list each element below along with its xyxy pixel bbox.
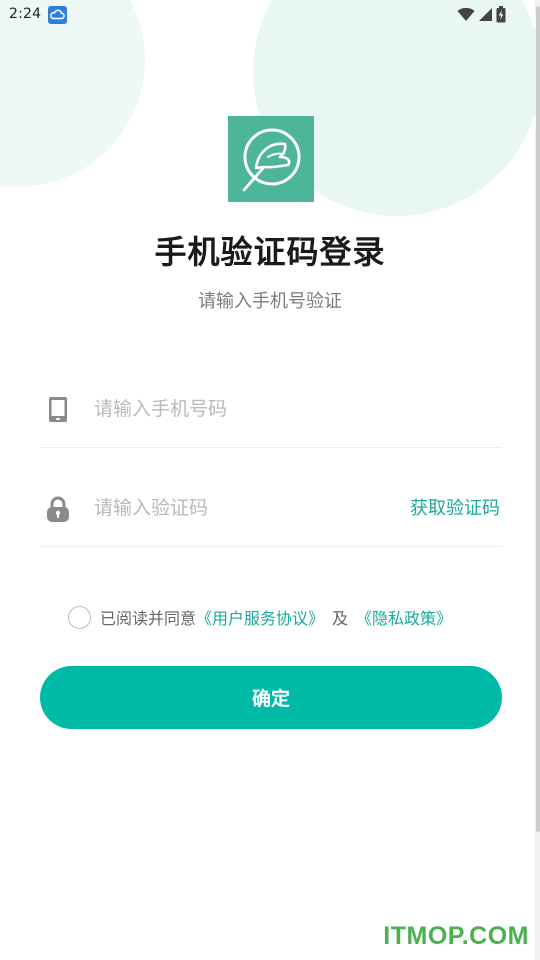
phone-divider: [40, 447, 502, 448]
lock-icon: [45, 495, 71, 523]
user-agreement-link[interactable]: 《用户服务协议》: [196, 605, 324, 629]
phone-field-row: [40, 378, 502, 448]
status-icons: [457, 6, 506, 23]
page-title: 手机验证码登录: [154, 233, 386, 271]
bird-leaf-logo: [242, 128, 301, 192]
phone-icon: [45, 396, 71, 424]
code-field-row: 获取验证码: [40, 477, 502, 547]
app-logo: [228, 116, 314, 202]
privacy-policy-link[interactable]: 《隐私政策》: [356, 605, 452, 629]
agreement-checkbox[interactable]: [68, 605, 91, 629]
agreement-prefix: 已阅读并同意: [100, 609, 197, 628]
wifi-icon: [457, 7, 475, 22]
agreement-conjunction: 及: [332, 609, 349, 628]
cellular-signal-icon: [478, 7, 493, 22]
battery-charging-icon: [496, 6, 506, 23]
agreement-row: 已阅读并同意 《用户服务协议》 及 《隐私政策》: [68, 604, 452, 630]
watermark-text: ITMOP.COM: [383, 922, 529, 950]
scrollbar-thumb[interactable]: [536, 6, 540, 832]
confirm-button[interactable]: 确定: [40, 666, 502, 729]
get-code-button[interactable]: 获取验证码: [410, 494, 500, 520]
login-screen: 2:24 手机验证码登录 请输入手机号验证 请输入手机号码 请输入验证码 获取验…: [0, 0, 540, 960]
cloud-icon: [48, 6, 67, 24]
phone-input[interactable]: [94, 392, 394, 426]
verification-code-input[interactable]: [94, 491, 394, 525]
code-divider: [40, 546, 502, 547]
status-bar: 2:24: [0, 0, 540, 30]
status-time: 2:24: [9, 6, 42, 22]
page-subtitle: 请输入手机号验证: [198, 291, 342, 312]
